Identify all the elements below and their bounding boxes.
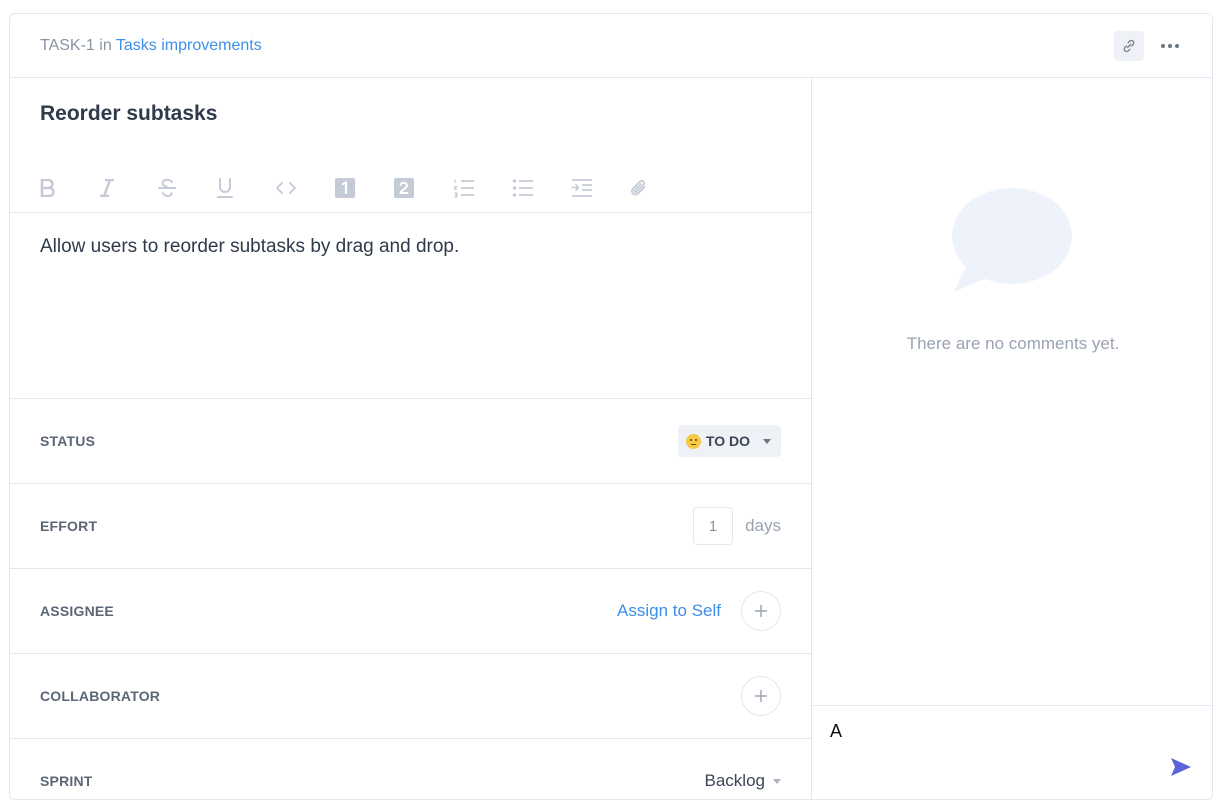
copy-link-button[interactable] — [1114, 30, 1144, 61]
more-dots-icon — [1161, 43, 1179, 48]
speech-bubble-icon — [950, 188, 1074, 299]
task-id: TASK-1 — [40, 36, 95, 54]
comment-composer — [812, 705, 1212, 799]
breadcrumb: TASK-1 in Tasks improvements — [40, 37, 262, 55]
code-button[interactable] — [276, 174, 335, 202]
link-icon — [1123, 39, 1135, 52]
heading-1-button[interactable] — [335, 174, 394, 202]
bullet-list-icon — [512, 179, 533, 197]
paperclip-icon — [631, 179, 646, 196]
sprint-dropdown[interactable]: Backlog — [705, 771, 781, 791]
effort-unit: days — [745, 516, 781, 535]
plus-icon — [755, 690, 767, 702]
heading-1-icon — [335, 178, 355, 198]
chevron-down-icon — [773, 778, 781, 784]
status-label: STATUS — [40, 433, 96, 449]
status-dropdown[interactable]: TO DO — [677, 425, 781, 457]
italic-icon — [100, 179, 114, 197]
no-comments-message: There are no comments yet. — [906, 334, 1120, 353]
task-main-panel: Reorder subtasks Allow users to reorder … — [10, 78, 812, 799]
effort-field: EFFORT 1 days — [10, 483, 811, 568]
breadcrumb-in: in — [99, 36, 112, 54]
indent-button[interactable] — [571, 174, 630, 202]
comment-input[interactable] — [830, 718, 1130, 744]
comments-panel: There are no comments yet. — [812, 78, 1212, 799]
bullet-list-button[interactable] — [512, 174, 571, 202]
italic-button[interactable] — [99, 174, 158, 202]
underline-icon — [217, 178, 233, 198]
more-options-button[interactable] — [1158, 34, 1182, 58]
bold-button[interactable] — [40, 174, 99, 202]
attachment-button[interactable] — [630, 174, 689, 202]
chevron-down-icon — [763, 438, 771, 444]
heading-2-icon — [394, 178, 414, 198]
sprint-value: Backlog — [704, 771, 765, 790]
indent-icon — [571, 179, 592, 197]
status-field: STATUS TO DO — [10, 398, 811, 483]
thinking-face-icon — [685, 433, 701, 449]
assignee-label: ASSIGNEE — [40, 603, 114, 619]
task-title[interactable]: Reorder subtasks — [40, 102, 217, 126]
task-header: TASK-1 in Tasks improvements — [10, 14, 1212, 78]
plus-icon — [755, 605, 767, 617]
assignee-field: ASSIGNEE Assign to Self — [10, 568, 811, 653]
heading-2-button[interactable] — [394, 174, 453, 202]
effort-label: EFFORT — [40, 518, 98, 534]
task-description[interactable]: Allow users to reorder subtasks by drag … — [40, 236, 459, 258]
send-icon — [1171, 758, 1191, 776]
sprint-label: SPRINT — [40, 773, 93, 789]
editor-divider — [10, 212, 811, 213]
add-collaborator-button[interactable] — [741, 676, 781, 716]
assign-to-self-link[interactable]: Assign to Self — [617, 601, 721, 621]
formatting-toolbar — [40, 174, 689, 202]
strikethrough-button[interactable] — [158, 174, 217, 202]
add-assignee-button[interactable] — [741, 591, 781, 631]
project-link[interactable]: Tasks improvements — [116, 37, 262, 54]
status-value: TO DO — [705, 433, 750, 449]
effort-input[interactable]: 1 — [693, 507, 734, 545]
strikethrough-icon — [158, 178, 176, 197]
ordered-list-icon — [453, 179, 474, 198]
collaborator-label: COLLABORATOR — [40, 688, 161, 704]
send-comment-button[interactable] — [1170, 757, 1192, 777]
underline-button[interactable] — [217, 174, 276, 202]
bold-icon — [40, 179, 55, 197]
sprint-field: SPRINT Backlog — [10, 738, 811, 799]
task-detail-card: TASK-1 in Tasks improvements Reorder sub… — [9, 13, 1213, 800]
ordered-list-button[interactable] — [453, 174, 512, 202]
collaborator-field: COLLABORATOR — [10, 653, 811, 738]
code-icon — [276, 182, 296, 194]
